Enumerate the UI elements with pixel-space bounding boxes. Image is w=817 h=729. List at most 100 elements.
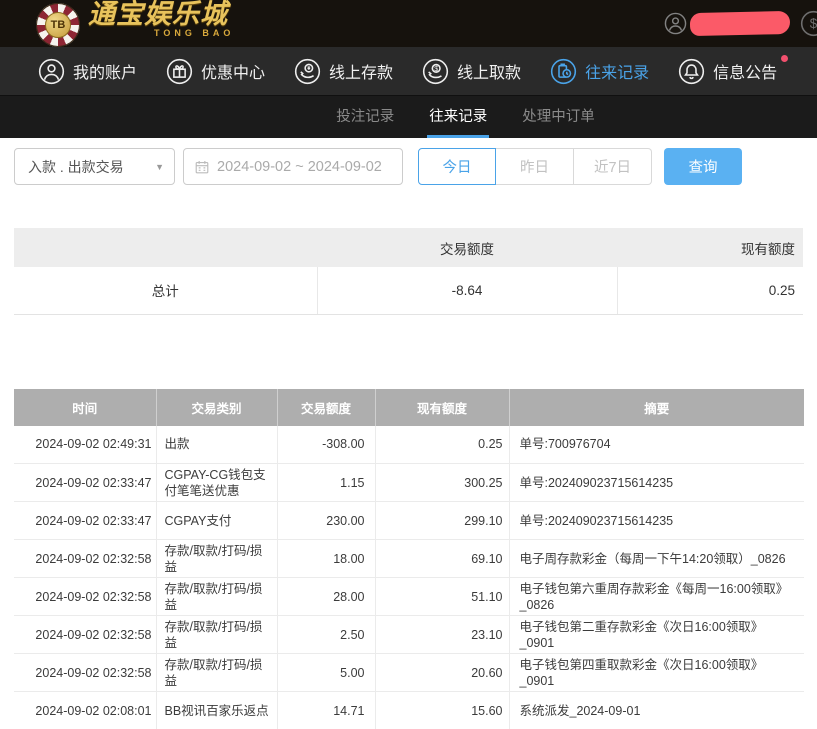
nav-item-announcements[interactable]: 信息公告 [678,58,777,85]
col-summary: 摘要 [509,389,804,426]
filter-bar: 入款 . 出款交易 ▼ 2024-09-02 ~ 2024-09-02 今日 昨… [14,148,817,185]
chevron-down-icon: ▼ [155,162,164,172]
cell-amount: 14.71 [277,692,375,729]
summary-total-amount: -8.64 [317,267,617,314]
cell-amount: 28.00 [277,578,375,616]
summary-total-row: 总计 -8.64 0.25 [14,267,803,314]
site-logo[interactable]: TB 通宝娱乐城 TONG BAO [36,1,234,47]
tab-processing-orders[interactable]: 处理中订单 [520,96,597,138]
records-header-row: 时间 交易类别 交易额度 现有额度 摘要 [14,389,804,426]
chip-label: TB [45,12,71,38]
summary-header-row: 交易额度 现有额度 [14,228,803,267]
nav-label: 线上取款 [457,59,521,83]
date-range-input[interactable]: 2024-09-02 ~ 2024-09-02 [183,148,403,185]
cell-type: BB视讯百家乐返点 [156,692,277,729]
transaction-type-select[interactable]: 入款 . 出款交易 ▼ [14,148,175,185]
summary-total-label: 总计 [14,267,317,314]
cell-amount: 1.15 [277,464,375,502]
main-navigation: 我的账户 优惠中心 线上存款 $ 线上取款 往 [0,47,817,96]
col-balance: 现有额度 [375,389,509,426]
cell-balance: 23.10 [375,616,509,654]
redacted-username [690,11,790,36]
cell-time: 2024-09-02 02:33:47 [14,464,156,502]
summary-col-balance: 现有额度 [617,228,803,267]
cell-balance: 300.25 [375,464,509,502]
cell-type: 存款/取款/打码/损益 [156,578,277,616]
logo-title: 通宝娱乐城 [88,1,234,28]
preset-last7days-button[interactable]: 近7日 [574,148,652,185]
poker-chip-logo-icon: TB [36,3,80,47]
col-time: 时间 [14,389,156,426]
cell-time: 2024-09-02 02:32:58 [14,616,156,654]
date-preset-group: 今日 昨日 近7日 [418,148,652,185]
nav-item-online-withdrawal[interactable]: $ 线上取款 [422,58,521,85]
cell-amount: 230.00 [277,502,375,540]
date-range-value: 2024-09-02 ~ 2024-09-02 [217,159,382,175]
cell-summary: 单号:202409023715614235 [509,464,804,502]
nav-label: 往来记录 [585,59,649,83]
records-icon [550,58,577,85]
table-row: 2024-09-02 02:49:31 出款 -308.00 0.25 单号:7… [14,426,804,464]
deposit-icon [294,58,321,85]
summary-col-amount: 交易额度 [317,228,617,267]
tab-betting-records[interactable]: 投注记录 [334,96,396,138]
tab-label: 处理中订单 [522,105,595,126]
table-row: 2024-09-02 02:32:58 存款/取款/打码/损益 28.00 51… [14,578,804,616]
cell-time: 2024-09-02 02:32:58 [14,540,156,578]
cell-time: 2024-09-02 02:32:58 [14,578,156,616]
nav-label: 信息公告 [713,59,777,83]
table-row: 2024-09-02 02:32:58 存款/取款/打码/损益 18.00 69… [14,540,804,578]
col-type: 交易类别 [156,389,277,426]
query-button[interactable]: 查询 [664,148,742,185]
cell-amount: 2.50 [277,616,375,654]
table-row: 2024-09-02 02:32:58 存款/取款/打码/损益 5.00 20.… [14,654,804,692]
user-icon [38,58,65,85]
records-table: 时间 交易类别 交易额度 现有额度 摘要 2024-09-02 02:49:31… [14,389,804,729]
top-header: TB 通宝娱乐城 TONG BAO $ [0,0,817,47]
nav-label: 优惠中心 [201,59,265,83]
cell-type: 存款/取款/打码/损益 [156,654,277,692]
nav-label: 线上存款 [329,59,393,83]
cell-balance: 0.25 [375,426,509,464]
cell-amount: -308.00 [277,426,375,464]
cell-summary: 单号:202409023715614235 [509,502,804,540]
tab-label: 往来记录 [429,105,487,126]
summary-table: 交易额度 现有额度 总计 -8.64 0.25 [14,228,803,315]
cell-balance: 299.10 [375,502,509,540]
cell-type: CGPAY支付 [156,502,277,540]
sub-navigation: 投注记录 往来记录 处理中订单 [0,96,817,138]
preset-today-button[interactable]: 今日 [418,148,496,185]
cell-summary: 电子钱包第六重周存款彩金《每周一16:00领取》_0826 [509,578,804,616]
cell-type: CGPAY-CG钱包支付笔笔送优惠 [156,464,277,502]
nav-item-online-deposit[interactable]: 线上存款 [294,58,393,85]
notification-dot [781,55,788,62]
col-amount: 交易额度 [277,389,375,426]
calendar-icon [194,159,210,175]
summary-total-balance: 0.25 [617,267,803,314]
svg-text:$: $ [810,16,817,31]
gift-icon [166,58,193,85]
cell-amount: 5.00 [277,654,375,692]
nav-item-promotions[interactable]: 优惠中心 [166,58,265,85]
tab-transaction-records[interactable]: 往来记录 [427,96,489,138]
dollar-coin-icon[interactable]: $ [800,10,817,37]
table-row: 2024-09-02 02:32:58 存款/取款/打码/损益 2.50 23.… [14,616,804,654]
table-row: 2024-09-02 02:08:01 BB视讯百家乐返点 14.71 15.6… [14,692,804,729]
user-avatar-icon[interactable] [664,12,687,35]
account-area: $ [664,0,817,47]
nav-item-my-account[interactable]: 我的账户 [38,58,137,85]
table-row: 2024-09-02 02:33:47 CGPAY-CG钱包支付笔笔送优惠 1.… [14,464,804,502]
withdraw-icon: $ [422,58,449,85]
cell-type: 存款/取款/打码/损益 [156,616,277,654]
cell-summary: 电子钱包第四重取款彩金《次日16:00领取》_0901 [509,654,804,692]
cell-amount: 18.00 [277,540,375,578]
svg-text:$: $ [434,65,438,72]
preset-yesterday-button[interactable]: 昨日 [496,148,574,185]
nav-item-transaction-records[interactable]: 往来记录 [550,58,649,85]
cell-time: 2024-09-02 02:08:01 [14,692,156,729]
logo-subtitle: TONG BAO [154,29,234,38]
cell-summary: 系统派发_2024-09-01 [509,692,804,729]
cell-time: 2024-09-02 02:33:47 [14,502,156,540]
cell-time: 2024-09-02 02:32:58 [14,654,156,692]
cell-balance: 15.60 [375,692,509,729]
